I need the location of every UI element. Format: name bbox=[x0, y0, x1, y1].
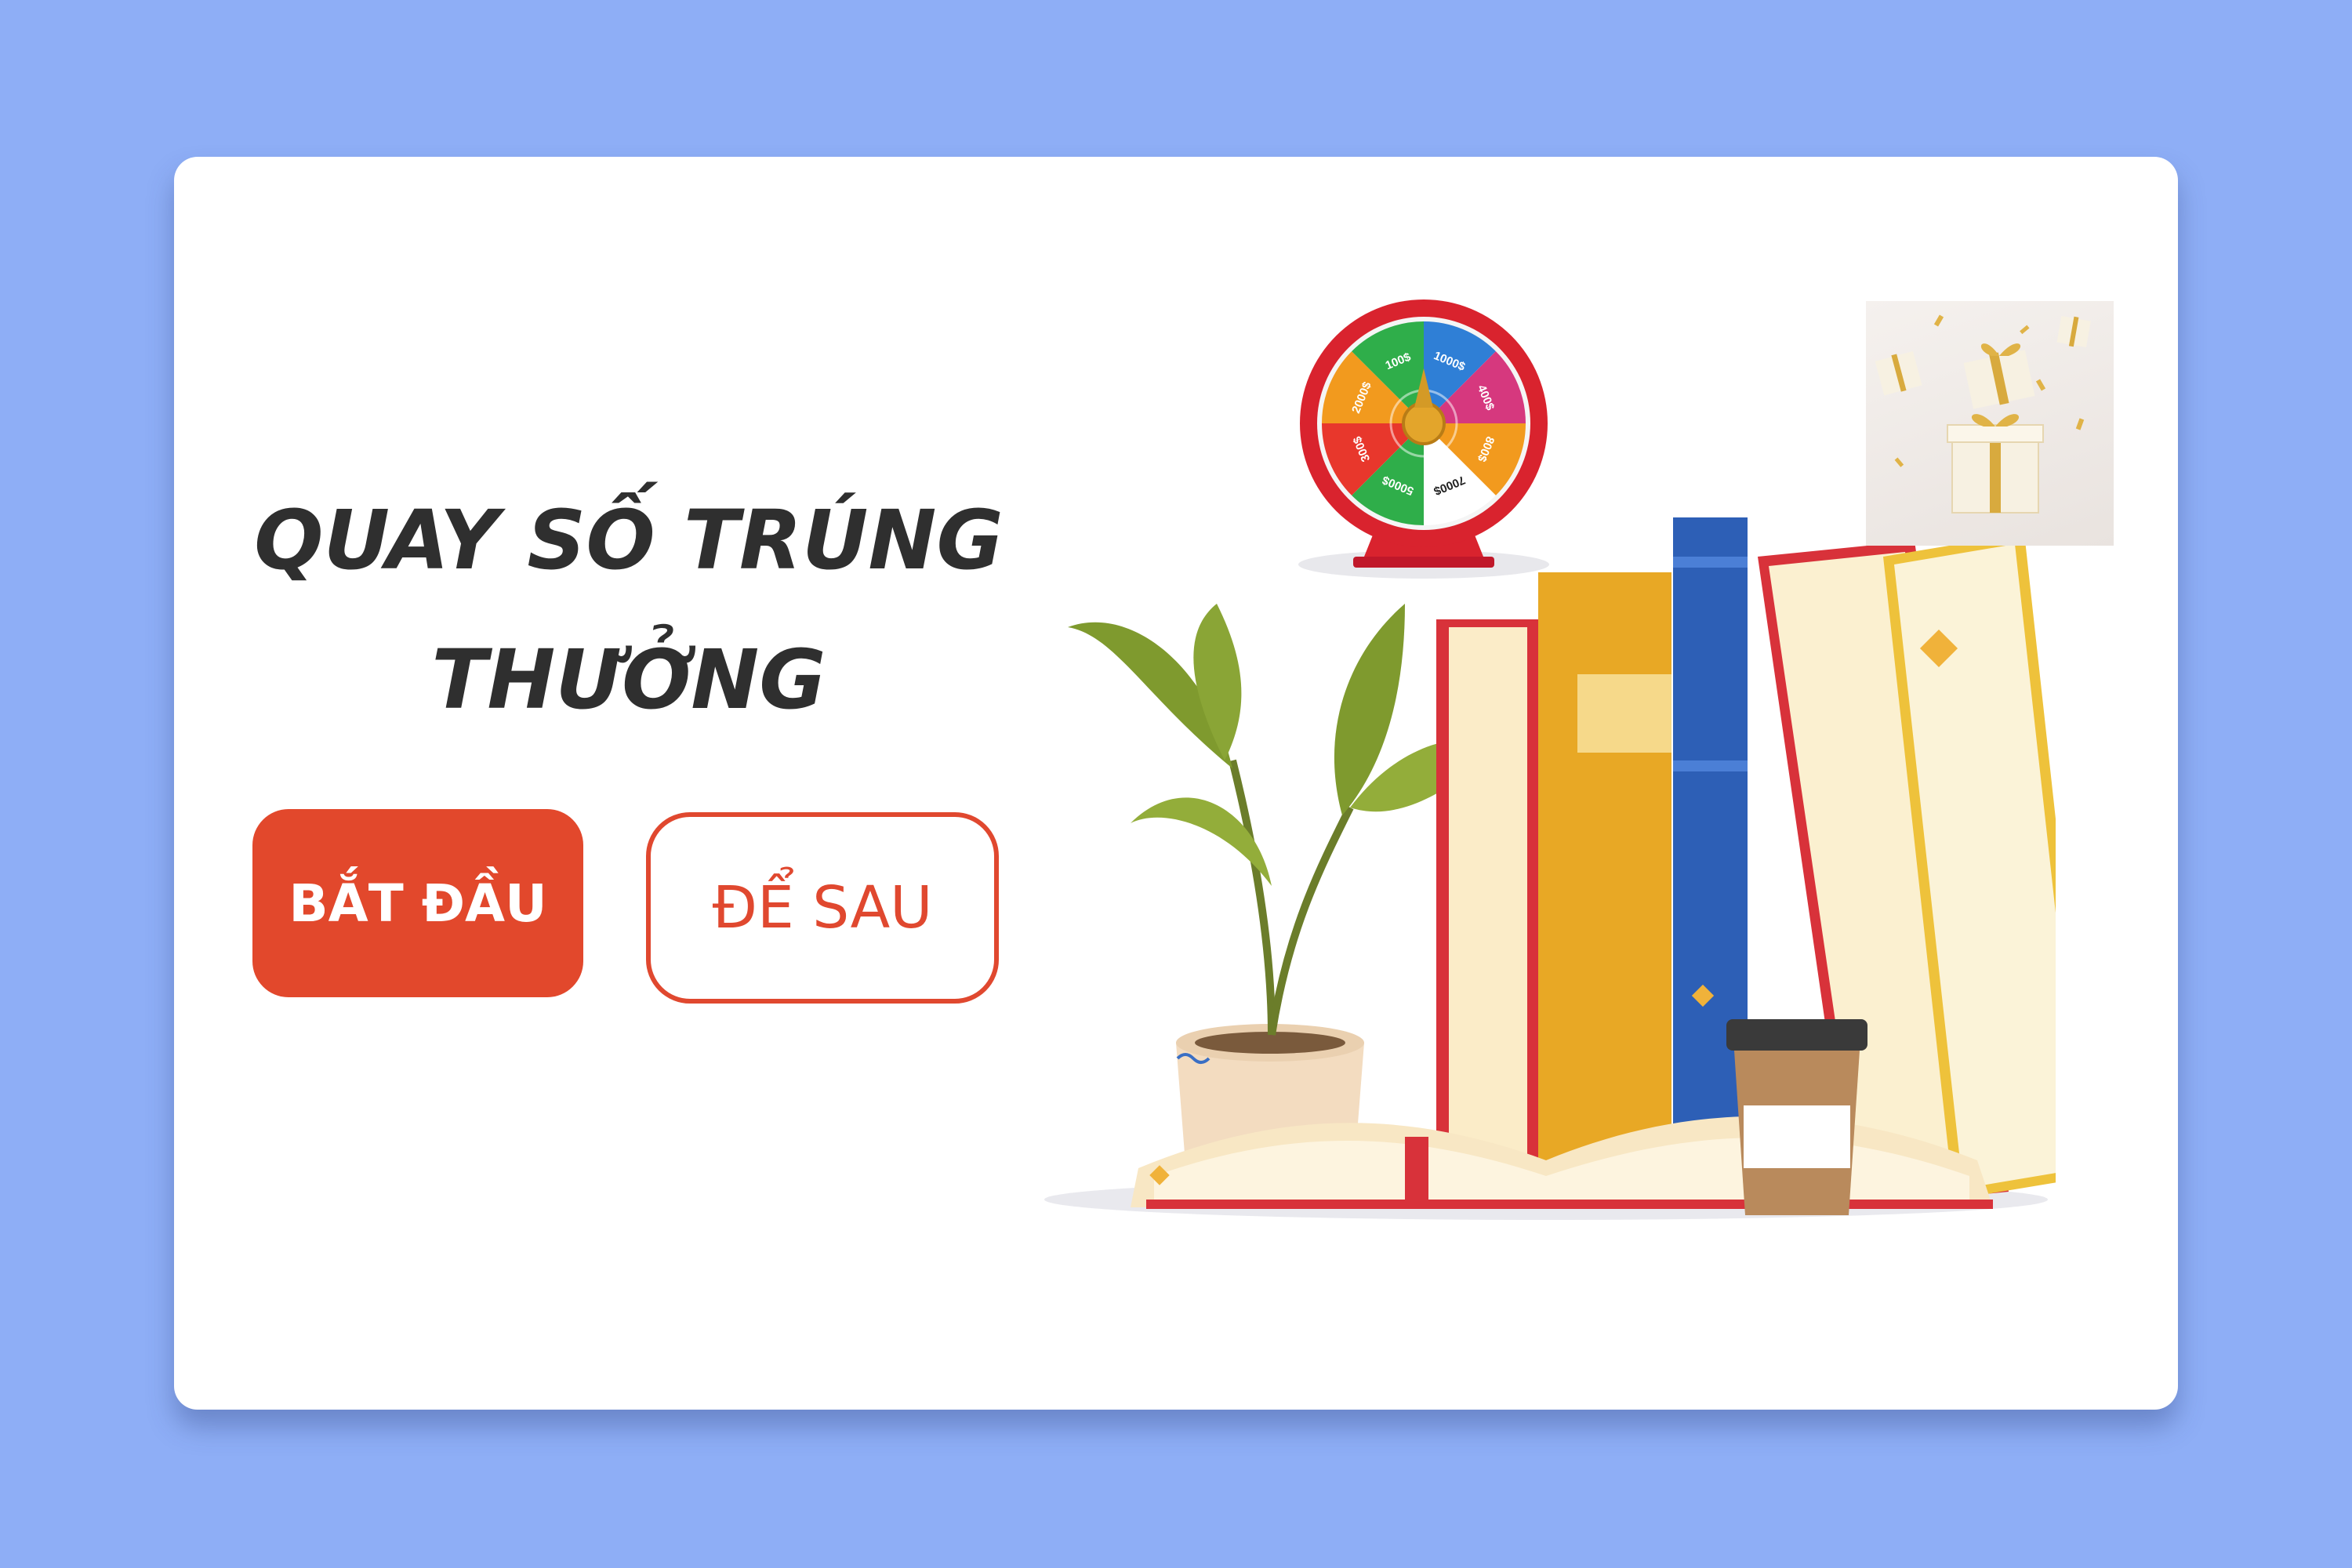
gift-image bbox=[1866, 301, 2114, 546]
gift-boxes-icon bbox=[1875, 314, 2091, 514]
lucky-draw-dialog: QUAY SỐ TRÚNG THƯỞNG BẮT ĐẦU ĐỂ SAU 1000… bbox=[174, 157, 2178, 1410]
title-line-2: THƯỞNG bbox=[431, 632, 826, 728]
prize-wheel-icon: 1000$400$800$7000$5000$300$2000$100$ bbox=[1298, 299, 1549, 579]
start-button[interactable]: BẮT ĐẦU bbox=[252, 809, 583, 997]
later-button[interactable]: ĐỂ SAU bbox=[646, 812, 999, 1004]
title-line-1: QUAY SỐ TRÚNG bbox=[254, 492, 1004, 588]
dialog-title: QUAY SỐ TRÚNG THƯỞNG bbox=[237, 470, 1021, 750]
